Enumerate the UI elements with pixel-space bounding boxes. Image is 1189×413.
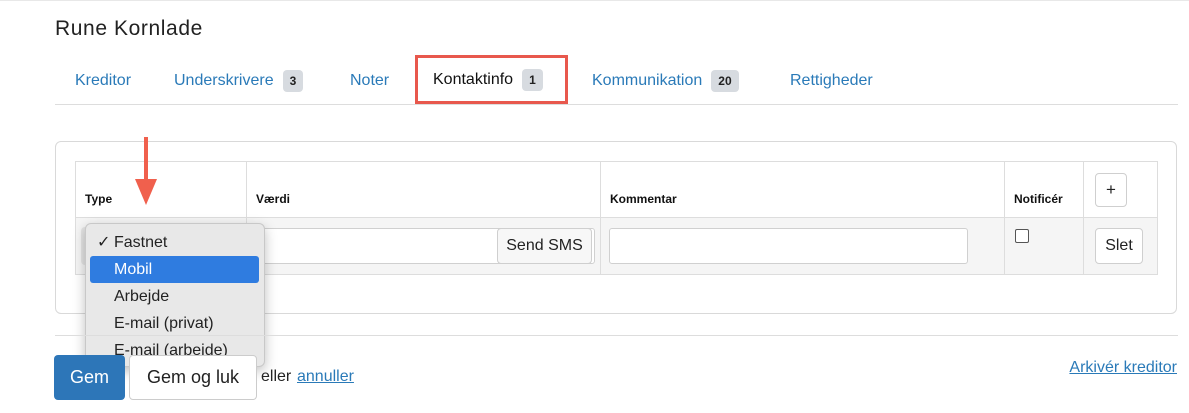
option-mobil[interactable]: Mobil: [90, 256, 259, 283]
tab-label: Kommunikation: [592, 72, 703, 89]
page-title: Rune Kornlade: [55, 17, 203, 40]
option-label: E-mail (privat): [114, 315, 214, 332]
option-label: Arbejde: [114, 288, 170, 305]
option-arbejde[interactable]: Arbejde: [90, 283, 259, 310]
type-dropdown-menu: ✓ Fastnet Mobil Arbejde E-mail (privat) …: [85, 223, 265, 367]
option-email-privat[interactable]: E-mail (privat): [90, 310, 259, 337]
tab-label: Kreditor: [75, 72, 132, 89]
checkmark-icon: ✓: [97, 234, 111, 251]
tab-underskrivere[interactable]: Underskrivere 3: [174, 58, 304, 104]
footer-divider: [55, 335, 1178, 336]
tab-noter[interactable]: Noter: [350, 58, 389, 104]
save-button[interactable]: Gem: [54, 355, 125, 400]
header-value: Værdi: [246, 161, 601, 218]
tab-rettigheder[interactable]: Rettigheder: [790, 58, 873, 104]
actions-cell: Slet: [1083, 217, 1158, 275]
tab-kommunikation[interactable]: Kommunikation 20: [592, 58, 739, 104]
comment-input[interactable]: [609, 228, 968, 264]
header-notify: Notificér: [1004, 161, 1084, 218]
or-text: eller: [261, 368, 292, 385]
tab-bar: Kreditor Underskrivere 3 Noter Kontaktin…: [55, 55, 1178, 105]
send-sms-button[interactable]: Send SMS: [497, 228, 592, 264]
cancel-link[interactable]: annuller: [297, 368, 354, 386]
archive-creditor-link[interactable]: Arkivér kreditor: [1069, 359, 1177, 377]
tab-label: Kontaktinfo: [433, 70, 514, 88]
notify-checkbox[interactable]: [1015, 229, 1029, 243]
arrow-down-icon: [135, 137, 157, 205]
header-actions: +: [1083, 161, 1158, 218]
notify-cell: [1004, 217, 1084, 275]
top-border: [0, 0, 1189, 1]
tab-kontaktinfo[interactable]: Kontaktinfo 1: [415, 55, 568, 104]
count-badge: 1: [522, 68, 543, 91]
save-and-close-button[interactable]: Gem og luk: [129, 355, 257, 400]
tab-label: Noter: [350, 72, 390, 89]
comment-cell: [600, 217, 1005, 275]
tab-kreditor[interactable]: Kreditor: [75, 58, 131, 104]
header-type: Type: [75, 161, 247, 218]
add-row-button[interactable]: +: [1095, 172, 1127, 207]
count-badge: 20: [711, 70, 739, 92]
count-badge: 3: [282, 70, 304, 92]
delete-row-button[interactable]: Slet: [1095, 228, 1143, 264]
option-label: Mobil: [114, 261, 153, 278]
tab-label: Rettigheder: [790, 72, 873, 89]
option-label: Fastnet: [114, 234, 168, 251]
value-cell: Send SMS: [246, 217, 601, 275]
option-fastnet[interactable]: ✓ Fastnet: [90, 229, 259, 256]
header-comment: Kommentar: [600, 161, 1005, 218]
tab-label: Underskrivere: [174, 72, 274, 89]
